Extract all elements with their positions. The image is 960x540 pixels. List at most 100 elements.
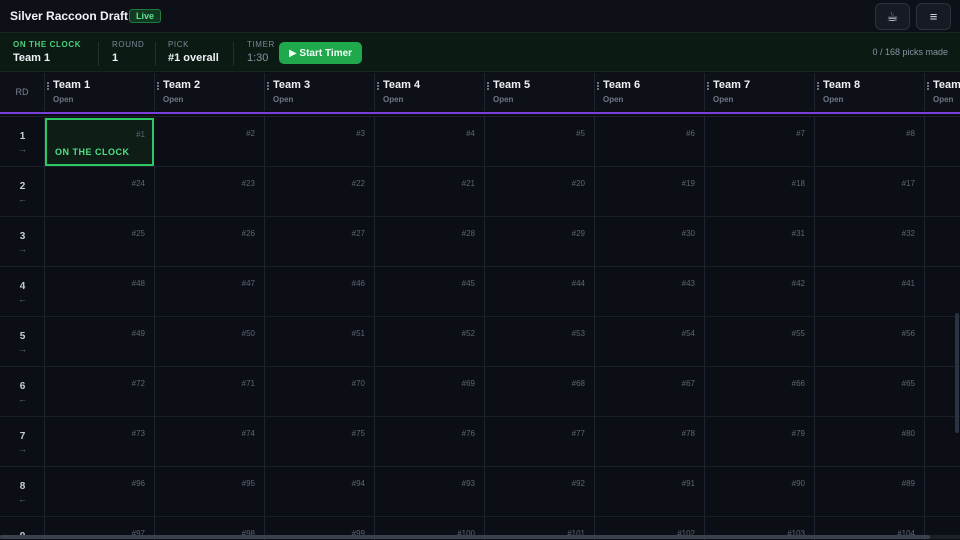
pick-cell[interactable]	[925, 467, 960, 517]
pick-cell[interactable]: #70	[265, 367, 375, 417]
pick-cell[interactable]: #56	[815, 317, 925, 367]
pick-cell[interactable]: #67	[595, 367, 705, 417]
horizontal-scroll-thumb[interactable]	[0, 535, 930, 539]
pick-cell[interactable]: #19	[595, 167, 705, 217]
pick-cell[interactable]: #43	[595, 267, 705, 317]
drag-handle-icon[interactable]	[47, 82, 51, 92]
pick-cell[interactable]: #96	[45, 467, 155, 517]
pick-number: #8	[906, 129, 915, 138]
pick-cell[interactable]: #4	[375, 117, 485, 167]
pick-cell[interactable]: #6	[595, 117, 705, 167]
drag-handle-icon[interactable]	[927, 82, 931, 92]
vertical-scrollbar[interactable]	[955, 313, 959, 433]
pick-cell[interactable]: #71	[155, 367, 265, 417]
pick-cell[interactable]	[925, 267, 960, 317]
pick-cell[interactable]: #93	[375, 467, 485, 517]
team-header[interactable]: Team 2 Open	[155, 73, 265, 111]
pick-cell[interactable]: #53	[485, 317, 595, 367]
pick-cell[interactable]: #91	[595, 467, 705, 517]
drag-handle-icon[interactable]	[707, 82, 711, 92]
pick-cell[interactable]: #50	[155, 317, 265, 367]
pick-cell[interactable]: #95	[155, 467, 265, 517]
pick-cell[interactable]: #72	[45, 367, 155, 417]
pick-cell[interactable]: #92	[485, 467, 595, 517]
pick-cell[interactable]: #80	[815, 417, 925, 467]
drag-handle-icon[interactable]	[487, 82, 491, 92]
pick-number: #90	[791, 479, 805, 488]
pick-cell[interactable]	[925, 217, 960, 267]
drag-handle-icon[interactable]	[157, 82, 161, 92]
team-header[interactable]: Team 8 Open	[815, 73, 925, 111]
pick-cell[interactable]: #31	[705, 217, 815, 267]
pick-cell[interactable]: #8	[815, 117, 925, 167]
team-header[interactable]: Team Open	[925, 73, 960, 111]
team-header[interactable]: Team 3 Open	[265, 73, 375, 111]
pick-cell[interactable]: #5	[485, 117, 595, 167]
horizontal-scrollbar[interactable]	[0, 535, 960, 539]
pick-number: #54	[681, 329, 695, 338]
pick-cell[interactable]: #94	[265, 467, 375, 517]
drag-handle-icon[interactable]	[597, 82, 601, 92]
team-header[interactable]: Team 6 Open	[595, 73, 705, 111]
pick-cell[interactable]: #23	[155, 167, 265, 217]
pick-cell[interactable]: #45	[375, 267, 485, 317]
pick-cell[interactable]: #76	[375, 417, 485, 467]
pick-cell[interactable]: #29	[485, 217, 595, 267]
pick-cell[interactable]: #69	[375, 367, 485, 417]
team-header[interactable]: Team 1 Open	[45, 73, 155, 111]
pick-cell[interactable]: #28	[375, 217, 485, 267]
pick-cell[interactable]: #7	[705, 117, 815, 167]
pick-cell[interactable]: #25	[45, 217, 155, 267]
pick-cell[interactable]: #46	[265, 267, 375, 317]
coffee-button[interactable]: ☕	[875, 3, 910, 30]
pick-number: #43	[681, 279, 695, 288]
pick-cell[interactable]: #52	[375, 317, 485, 367]
pick-cell[interactable]: #22	[265, 167, 375, 217]
pick-cell[interactable]: #2	[155, 117, 265, 167]
pick-cell[interactable]: #30	[595, 217, 705, 267]
pick-cell[interactable]: #41	[815, 267, 925, 317]
pick-cell[interactable]: #54	[595, 317, 705, 367]
pick-cell[interactable]: #18	[705, 167, 815, 217]
pick-cell[interactable]: #48	[45, 267, 155, 317]
pick-cell[interactable]: #27	[265, 217, 375, 267]
pick-cell[interactable]: #51	[265, 317, 375, 367]
team-header[interactable]: Team 7 Open	[705, 73, 815, 111]
pick-cell[interactable]: #20	[485, 167, 595, 217]
pick-cell[interactable]	[925, 167, 960, 217]
pick-cell[interactable]: #55	[705, 317, 815, 367]
pick-cell[interactable]: #21	[375, 167, 485, 217]
team-status: Open	[713, 95, 734, 104]
pick-cell[interactable]	[925, 117, 960, 167]
menu-button[interactable]: ≡	[916, 3, 951, 30]
pick-cell[interactable]: #66	[705, 367, 815, 417]
pick-cell[interactable]: #74	[155, 417, 265, 467]
pick-cell[interactable]: #73	[45, 417, 155, 467]
pick-cell[interactable]: #24	[45, 167, 155, 217]
drag-handle-icon[interactable]	[267, 82, 271, 92]
drag-handle-icon[interactable]	[817, 82, 821, 92]
pick-cell[interactable]: #77	[485, 417, 595, 467]
team-header[interactable]: Team 4 Open	[375, 73, 485, 111]
pick-cell[interactable]: #3	[265, 117, 375, 167]
pick-cell[interactable]: #65	[815, 367, 925, 417]
team-header[interactable]: Team 5 Open	[485, 73, 595, 111]
pick-cell[interactable]: #49	[45, 317, 155, 367]
pick-cell[interactable]: #26	[155, 217, 265, 267]
pick-cell[interactable]: #42	[705, 267, 815, 317]
pick-cell[interactable]: #78	[595, 417, 705, 467]
pick-cell[interactable]: #17	[815, 167, 925, 217]
pick-cell[interactable]: #32	[815, 217, 925, 267]
pick-cell[interactable]: #68	[485, 367, 595, 417]
start-timer-button[interactable]: ▶ Start Timer	[279, 42, 362, 64]
pick-cell[interactable]: #1 ON THE CLOCK	[45, 118, 154, 166]
pick-cell[interactable]: #44	[485, 267, 595, 317]
drag-handle-icon[interactable]	[377, 82, 381, 92]
pick-cell[interactable]: #75	[265, 417, 375, 467]
on-clock-team: Team 1	[13, 52, 51, 64]
pick-cell[interactable]: #90	[705, 467, 815, 517]
pick-cell[interactable]: #79	[705, 417, 815, 467]
pick-cell[interactable]: #47	[155, 267, 265, 317]
pick-cell[interactable]: #89	[815, 467, 925, 517]
team-name: Team 7	[713, 79, 751, 91]
